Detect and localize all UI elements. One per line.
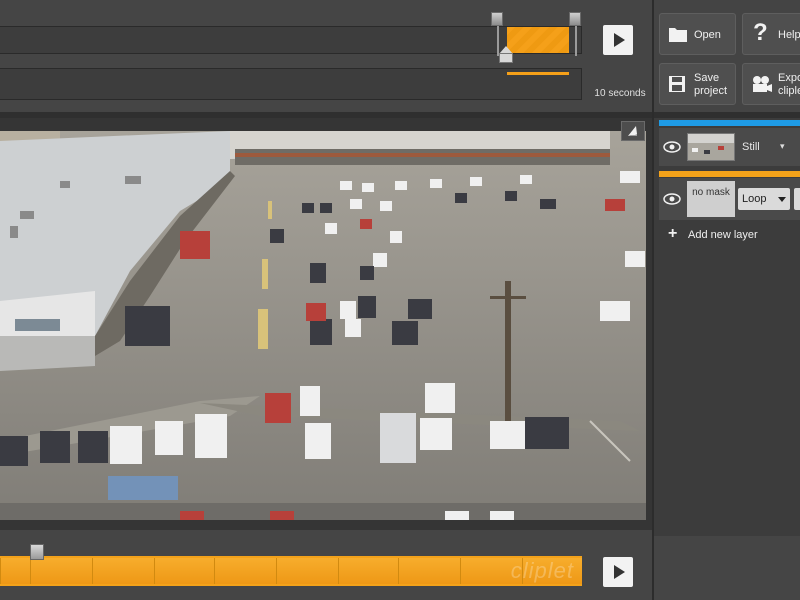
duration-label: 10 seconds	[594, 88, 646, 99]
add-new-layer-button[interactable]: + Add new layer	[659, 224, 800, 246]
loop-mode-value: Loop	[742, 193, 767, 205]
folder-icon	[669, 28, 687, 42]
floppy-disk-icon	[669, 76, 685, 92]
play-icon	[614, 33, 625, 47]
layer-range-track[interactable]	[0, 68, 582, 100]
eye-icon[interactable]	[661, 136, 683, 158]
clip-range-track[interactable]	[0, 26, 582, 54]
range-end-handle[interactable]	[569, 12, 581, 26]
video-camera-icon	[753, 76, 772, 92]
save-project-button[interactable]: Save project	[659, 63, 736, 105]
play-output-button[interactable]	[603, 557, 633, 587]
question-icon: ?	[753, 19, 768, 46]
right-bottom-panel	[654, 536, 800, 600]
still-layer-thumbnail	[687, 133, 735, 161]
cliplet-watermark: cliplet	[510, 558, 574, 583]
timeline-segment	[398, 558, 461, 584]
range-start-handle[interactable]	[491, 12, 503, 26]
timeline-segment	[0, 558, 31, 584]
eye-icon[interactable]	[661, 188, 683, 210]
add-new-layer-label: Add new layer	[688, 229, 758, 241]
timeline-segment	[276, 558, 339, 584]
timeline-segment	[338, 558, 399, 584]
selected-loop-range[interactable]	[507, 27, 569, 53]
help-label: Help	[778, 29, 800, 41]
open-label: Open	[694, 29, 721, 41]
export-cliplet-label: Export cliplet	[778, 72, 800, 97]
chevron-down-icon	[778, 197, 786, 202]
open-button[interactable]: Open	[659, 13, 736, 55]
timeline-segment	[154, 558, 215, 584]
output-playhead-handle[interactable]	[30, 544, 44, 560]
output-timeline-track[interactable]: cliplet	[0, 556, 582, 586]
save-project-label: Save project	[694, 72, 728, 97]
mask-button[interactable]: no mask	[687, 181, 735, 217]
parking-lot-image	[0, 131, 646, 520]
expand-button[interactable]	[621, 121, 645, 141]
video-preview[interactable]	[0, 131, 646, 520]
layer-range-indicator	[507, 72, 569, 75]
help-button[interactable]: ? Help	[742, 13, 800, 55]
loop-layer-color-bar	[659, 171, 800, 177]
expand-icon	[628, 126, 637, 136]
loop-mode-select[interactable]: Loop	[738, 188, 790, 210]
timeline-segment	[214, 558, 277, 584]
timeline-segment	[30, 558, 93, 584]
timeline-segment	[92, 558, 155, 584]
layer-options-button[interactable]	[794, 188, 800, 210]
still-layer-mode-label[interactable]: Still	[742, 141, 760, 153]
chevron-down-icon[interactable]: ▾	[780, 141, 785, 152]
play-preview-button[interactable]	[603, 25, 633, 55]
export-cliplet-button[interactable]: Export cliplet	[742, 63, 800, 105]
still-layer-color-bar	[659, 120, 800, 126]
plus-icon: +	[668, 225, 678, 242]
play-icon	[614, 565, 625, 579]
playhead-handle[interactable]	[499, 46, 513, 64]
